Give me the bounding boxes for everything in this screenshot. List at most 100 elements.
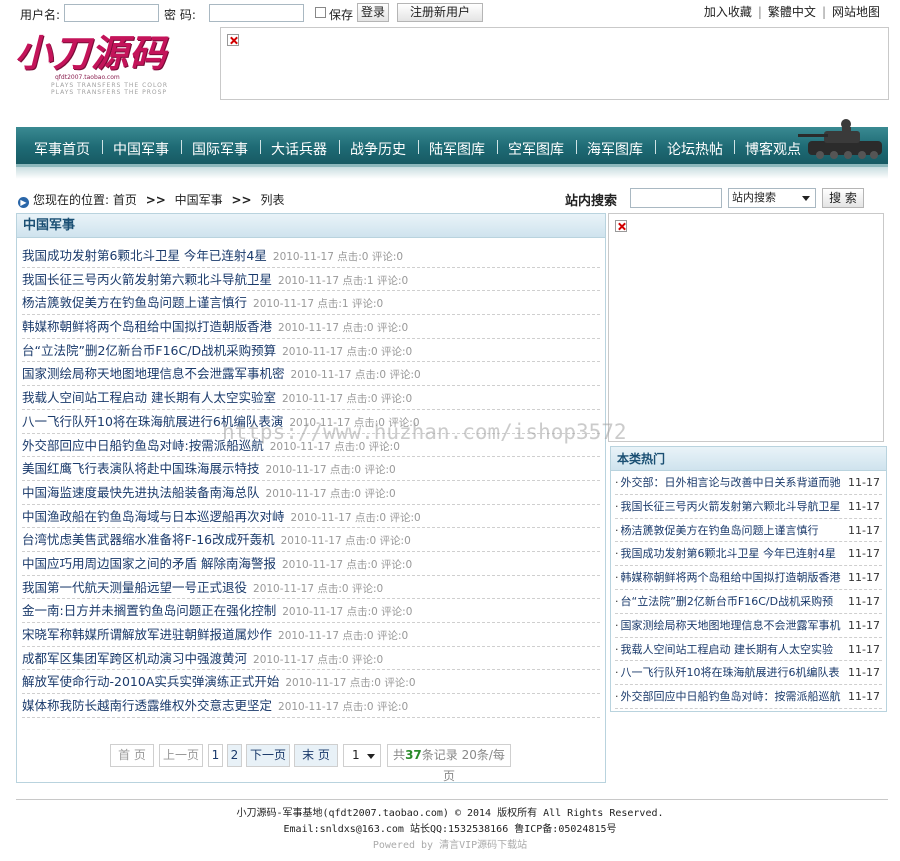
- tank-icon: [798, 119, 882, 159]
- article-title-link[interactable]: 美国红鹰飞行表演队将赴中国珠海展示特技: [22, 461, 260, 476]
- logo-tagline-2: PLAYS TRANSFERS THE PROSP: [51, 89, 168, 96]
- hot-article-date: 11-17: [848, 666, 880, 680]
- article-meta: 2010-11-17 点击:0 评论:0: [282, 345, 413, 358]
- hot-article-link[interactable]: 外交部：日外相言论与改善中日关系背道而驰: [621, 471, 853, 494]
- nav-item-forum[interactable]: 论坛热帖: [667, 139, 723, 159]
- search-input[interactable]: [630, 188, 722, 208]
- logo-subtitle: qfdt2007.taobao.com: [55, 74, 120, 81]
- remember-checkbox[interactable]: [315, 7, 326, 18]
- hot-article-link[interactable]: 杨洁篪敦促美方在钓鱼岛问题上谨言慎行: [621, 519, 853, 542]
- breadcrumb-china[interactable]: 中国军事: [175, 193, 223, 207]
- hot-list-item: · 杨洁篪敦促美方在钓鱼岛问题上谨言慎行 11-17: [615, 519, 882, 543]
- top-links: 加入收藏 | 繁體中文 | 网站地图: [703, 5, 880, 19]
- hot-article-date: 11-17: [848, 642, 880, 656]
- password-input[interactable]: [209, 4, 304, 22]
- article-title-link[interactable]: 杨洁篪敦促美方在钓鱼岛问题上谨言慎行: [22, 295, 247, 310]
- broken-image-icon: [227, 34, 239, 46]
- article-meta: 2010-11-17 点击:0 评论:0: [280, 535, 411, 548]
- list-item: 我国长征三号丙火箭发射第六颗北斗导航卫星 2010-11-17 点击:1 评论:0: [22, 268, 600, 292]
- hot-article-link[interactable]: 我国长征三号丙火箭发射第六颗北斗导航卫星: [621, 495, 853, 518]
- nav-item-history[interactable]: 战争历史: [350, 139, 406, 159]
- bullet-icon: ·: [615, 690, 619, 704]
- article-title-link[interactable]: 台湾忧虑美售武器缩水准备将F-16改成歼轰机: [22, 532, 275, 547]
- bullet-icon: ·: [615, 499, 619, 513]
- remember-label: 保存: [329, 8, 354, 22]
- breadcrumb-prefix: 您现在的位置:: [33, 193, 110, 207]
- bullet-icon: ·: [615, 571, 619, 585]
- first-page-button[interactable]: 首 页: [110, 744, 154, 767]
- hot-article-link[interactable]: 台“立法院”删2亿新台币F16C/D战机采购预: [621, 590, 853, 613]
- hot-list-item: · 外交部：日外相言论与改善中日关系背道而驰 11-17: [615, 471, 882, 495]
- hot-article-link[interactable]: 外交部回应中日船钓鱼岛对峙：按需派船巡航: [621, 685, 853, 708]
- hot-list-item: · 韩媒称朝鲜将两个岛租给中国拟打造朝版香港 11-17: [615, 566, 882, 590]
- article-list-panel: 中国军事 我国成功发射第6颗北斗卫星 今年已连射4星 2010-11-17 点击:…: [16, 213, 606, 783]
- list-item: 杨洁篪敦促美方在钓鱼岛问题上谨言慎行 2010-11-17 点击:1 评论:0: [22, 291, 600, 316]
- hot-article-date: 11-17: [848, 523, 880, 537]
- nav-item-navy[interactable]: 海军图库: [587, 139, 643, 159]
- nav-item-army[interactable]: 陆军图库: [429, 139, 485, 159]
- page-2-link[interactable]: 2: [227, 744, 242, 767]
- nav-item-china[interactable]: 中国军事: [113, 139, 169, 159]
- article-meta: 2010-11-17 点击:0 评论:0: [272, 251, 404, 263]
- article-meta: 2010-11-17 点击:0 评论:0: [278, 701, 409, 714]
- hot-article-link[interactable]: 韩媒称朝鲜将两个岛租给中国拟打造朝版香港: [621, 566, 853, 589]
- traditional-chinese-link[interactable]: 繁體中文: [768, 5, 816, 19]
- article-title-link[interactable]: 我载人空间站工程启动 建长期有人太空实验室: [22, 390, 276, 405]
- page-select[interactable]: 1: [343, 744, 381, 767]
- article-title-link[interactable]: 我国成功发射第6颗北斗卫星 今年已连射4星: [22, 248, 267, 263]
- article-title-link[interactable]: 我国长征三号丙火箭发射第六颗北斗导航卫星: [22, 272, 272, 287]
- hot-list-item: · 我国成功发射第6颗北斗卫星 今年已连射4星 11-17: [615, 542, 882, 567]
- hot-article-link[interactable]: 八一飞行队歼10将在珠海航展进行6机编队表: [621, 661, 853, 684]
- nav-item-international[interactable]: 国际军事: [192, 139, 248, 159]
- list-item: 媒体称我防长越南行透露维权外交意志更坚定 2010-11-17 点击:0 评论:0: [22, 694, 600, 718]
- banner-ad[interactable]: [220, 27, 889, 100]
- nav-item-airforce[interactable]: 空军图库: [508, 139, 564, 159]
- article-title-link[interactable]: 金一南:日方并未搁置钓鱼岛问题正在强化控制: [22, 603, 276, 618]
- bullet-icon: ·: [615, 642, 619, 656]
- username-input[interactable]: [64, 4, 159, 22]
- hot-article-link[interactable]: 我国成功发射第6颗北斗卫星 今年已连射4星: [621, 542, 853, 565]
- hot-article-date: 11-17: [848, 476, 880, 489]
- hot-list-item: · 八一飞行队歼10将在珠海航展进行6机编队表 11-17: [615, 661, 882, 686]
- search-button[interactable]: 搜 索: [822, 188, 864, 208]
- nav-item-home[interactable]: 军事首页: [34, 139, 90, 159]
- article-title-link[interactable]: 宋晓军称韩媒所谓解放军进驻朝鲜报道属炒作: [22, 627, 272, 642]
- side-ad[interactable]: [608, 213, 884, 442]
- page-1-link[interactable]: 1: [208, 744, 223, 767]
- article-title-link[interactable]: 媒体称我防长越南行透露维权外交意志更坚定: [22, 698, 272, 713]
- search-scope-select[interactable]: 站内搜索: [728, 188, 816, 208]
- hot-article-date: 11-17: [848, 547, 880, 561]
- hot-list-item: · 外交部回应中日船钓鱼岛对峙：按需派船巡航 11-17: [615, 685, 882, 709]
- nav-item-blog[interactable]: 博客观点: [745, 139, 801, 159]
- last-page-button[interactable]: 末 页: [294, 744, 338, 767]
- hot-article-link[interactable]: 国家测绘局称天地图地理信息不会泄露军事机: [621, 614, 853, 637]
- article-meta: 2010-11-17 点击:0 评论:0: [253, 653, 384, 666]
- next-page-button[interactable]: 下一页: [246, 744, 290, 767]
- site-logo[interactable]: 小刀源码 qfdt2007.taobao.com PLAYS TRANSFERS…: [15, 32, 205, 100]
- article-title-link[interactable]: 国家测绘局称天地图地理信息不会泄露军事机密: [22, 366, 285, 381]
- breadcrumb-home[interactable]: 首页: [113, 193, 137, 207]
- list-item: 成都军区集团军跨区机动演习中强渡黄河 2010-11-17 点击:0 评论:0: [22, 647, 600, 671]
- bullet-icon: ·: [615, 476, 619, 489]
- login-button[interactable]: 登录: [357, 3, 389, 22]
- username-label: 用户名:: [20, 8, 61, 22]
- article-title-link[interactable]: 韩媒称朝鲜将两个岛租给中国拟打造朝版香港: [22, 319, 272, 334]
- article-meta: 2010-11-17 点击:0 评论:0: [281, 393, 413, 406]
- nav-item-weapons[interactable]: 大话兵器: [271, 139, 327, 159]
- article-meta: 2010-11-17 点击:0 评论:0: [265, 464, 396, 477]
- article-title-link[interactable]: 台“立法院”删2亿新台币F16C/D战机采购预算: [22, 343, 276, 358]
- list-item: 解放军使命行动-2010A实兵实弹演练正式开始 2010-11-17 点击:0 评…: [22, 670, 600, 695]
- article-title-link[interactable]: 中国渔政船在钓鱼岛海域与日本巡逻船再次对峙: [22, 509, 285, 524]
- bullet-icon: ·: [615, 618, 619, 632]
- article-title-link[interactable]: 解放军使命行动-2010A实兵实弹演练正式开始: [22, 674, 279, 689]
- article-title-link[interactable]: 成都军区集团军跨区机动演习中强渡黄河: [22, 651, 247, 666]
- prev-page-button[interactable]: 上一页: [159, 744, 203, 767]
- add-favorite-link[interactable]: 加入收藏: [704, 5, 752, 19]
- article-title-link[interactable]: 中国海监速度最快先进执法船装备南海总队: [22, 485, 260, 500]
- hot-article-link[interactable]: 我载人空间站工程启动 建长期有人太空实验: [621, 638, 853, 661]
- list-item: 中国应巧用周边国家之间的矛盾 解除南海警报 2010-11-17 点击:0 评论:…: [22, 552, 600, 576]
- article-title-link[interactable]: 中国应巧用周边国家之间的矛盾 解除南海警报: [22, 556, 276, 571]
- register-button[interactable]: 注册新用户: [397, 3, 483, 22]
- article-title-link[interactable]: 我国第一代航天测量船远望一号正式退役: [22, 580, 247, 595]
- site-map-link[interactable]: 网站地图: [832, 5, 880, 19]
